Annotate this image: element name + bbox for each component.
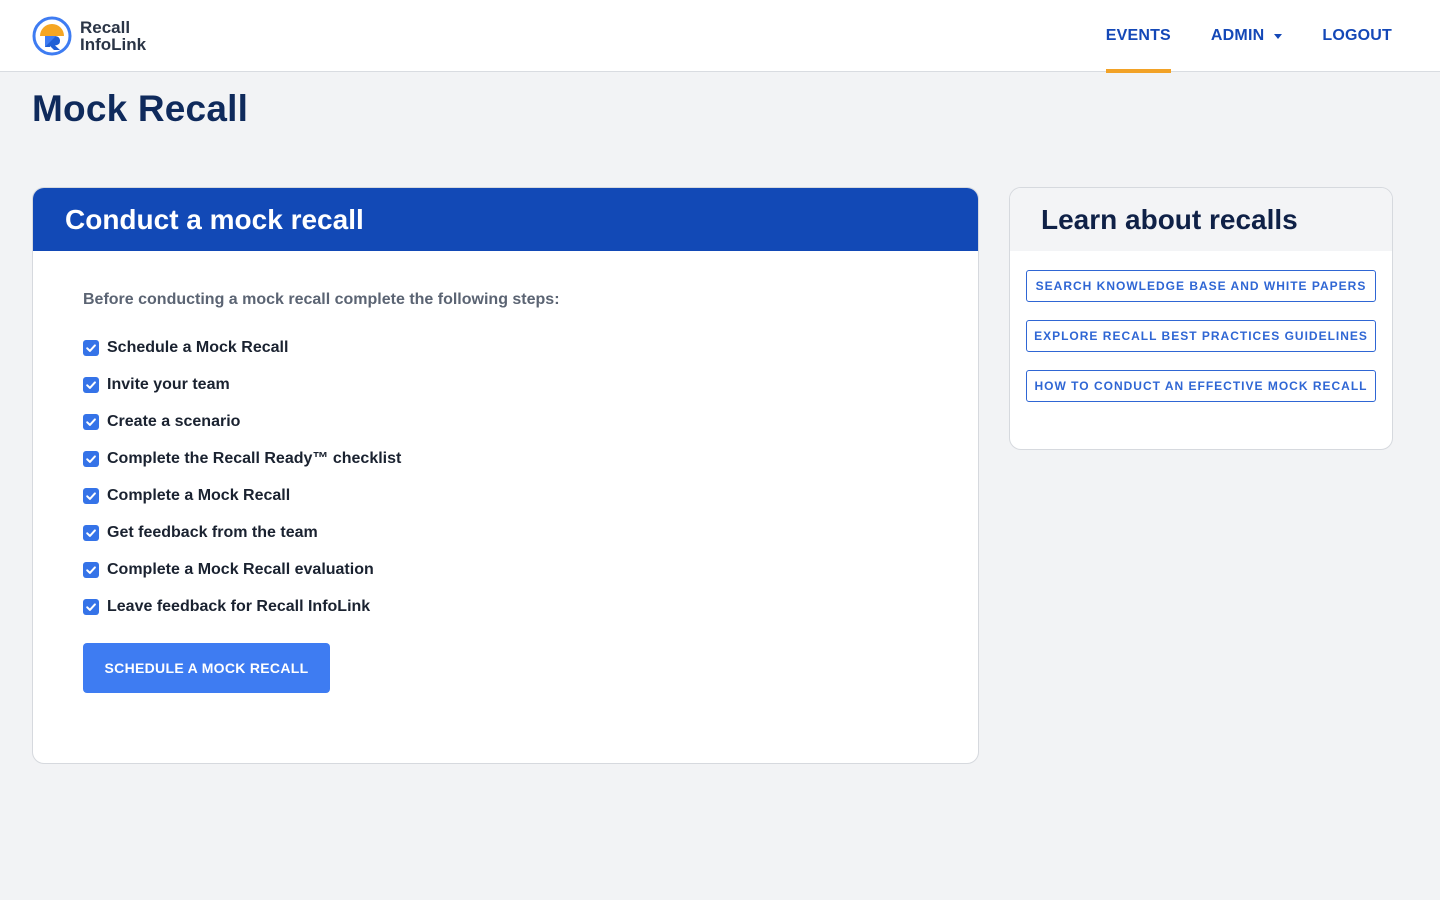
checklist-item-label: Get feedback from the team [107,523,318,541]
checklist-item: Leave feedback for Recall InfoLink [83,588,928,625]
nav-events[interactable]: EVENTS [1105,0,1172,73]
checkbox-checked-icon[interactable] [83,376,99,393]
checkbox-checked-icon[interactable] [83,339,99,356]
conduct-card-header: Conduct a mock recall [33,188,978,251]
learn-links: SEARCH KNOWLEDGE BASE AND WHITE PAPERS E… [1010,251,1392,402]
learn-about-recalls-card: Learn about recalls SEARCH KNOWLEDGE BAS… [1009,187,1393,450]
nav-events-label: EVENTS [1105,27,1171,44]
best-practices-guidelines-button[interactable]: EXPLORE RECALL BEST PRACTICES GUIDELINES [1026,320,1376,352]
checklist-item-label: Complete a Mock Recall evaluation [107,560,374,578]
checkbox-checked-icon[interactable] [83,450,99,467]
search-knowledge-base-button[interactable]: SEARCH KNOWLEDGE BASE AND WHITE PAPERS [1026,270,1376,302]
checklist-item-label: Leave feedback for Recall InfoLink [107,597,371,615]
checkbox-checked-icon[interactable] [83,487,99,504]
steps-checklist: Schedule a Mock Recall Invite your team … [83,329,928,625]
brand-name: Recall InfoLink [80,19,146,53]
brand-logo-link[interactable]: Recall InfoLink [32,16,146,56]
checklist-item: Complete a Mock Recall [83,477,928,514]
checklist-item: Complete the Recall Ready™ checklist [83,440,928,477]
brand-name-line2: InfoLink [80,35,147,54]
checkbox-checked-icon[interactable] [83,561,99,578]
top-navigation-bar: Recall InfoLink EVENTS ADMIN LOGOUT [0,0,1440,73]
checklist-item-label: Create a scenario [107,412,241,430]
nav-admin-dropdown[interactable]: ADMIN [1210,0,1283,72]
checklist-intro: Before conducting a mock recall complete… [83,291,560,308]
effective-mock-recall-button[interactable]: HOW TO CONDUCT AN EFFECTIVE MOCK RECALL [1026,370,1376,402]
recall-infolink-logo-icon [32,16,72,56]
checklist-item-label: Invite your team [107,375,230,393]
conduct-mock-recall-card: Conduct a mock recall Before conducting … [32,187,979,764]
checklist-item: Create a scenario [83,403,928,440]
learn-card-title: Learn about recalls [1041,203,1298,235]
brand-name-line1: Recall [80,18,131,37]
checklist-item-label: Complete the Recall Ready™ checklist [107,449,402,467]
checklist-item: Invite your team [83,366,928,403]
page-title: Mock Recall [32,88,249,129]
nav-logout[interactable]: LOGOUT [1322,0,1392,72]
nav-admin-label: ADMIN [1210,27,1265,44]
checklist-item-label: Complete a Mock Recall [107,486,291,504]
checklist-item: Complete a Mock Recall evaluation [83,551,928,588]
checklist-item: Schedule a Mock Recall [83,329,928,366]
checkbox-checked-icon[interactable] [83,598,99,615]
chevron-down-icon [1274,33,1283,39]
conduct-card-body: Before conducting a mock recall complete… [33,251,978,733]
checklist-item: Get feedback from the team [83,514,928,551]
learn-card-header: Learn about recalls [1010,188,1392,251]
checkbox-checked-icon[interactable] [83,413,99,430]
nav-logout-label: LOGOUT [1322,27,1392,44]
main-nav: EVENTS ADMIN LOGOUT [1066,0,1392,73]
schedule-mock-recall-button[interactable]: SCHEDULE A MOCK RECALL [83,643,330,693]
checkbox-checked-icon[interactable] [83,524,99,541]
checklist-item-label: Schedule a Mock Recall [107,338,289,356]
conduct-card-title: Conduct a mock recall [65,203,364,235]
